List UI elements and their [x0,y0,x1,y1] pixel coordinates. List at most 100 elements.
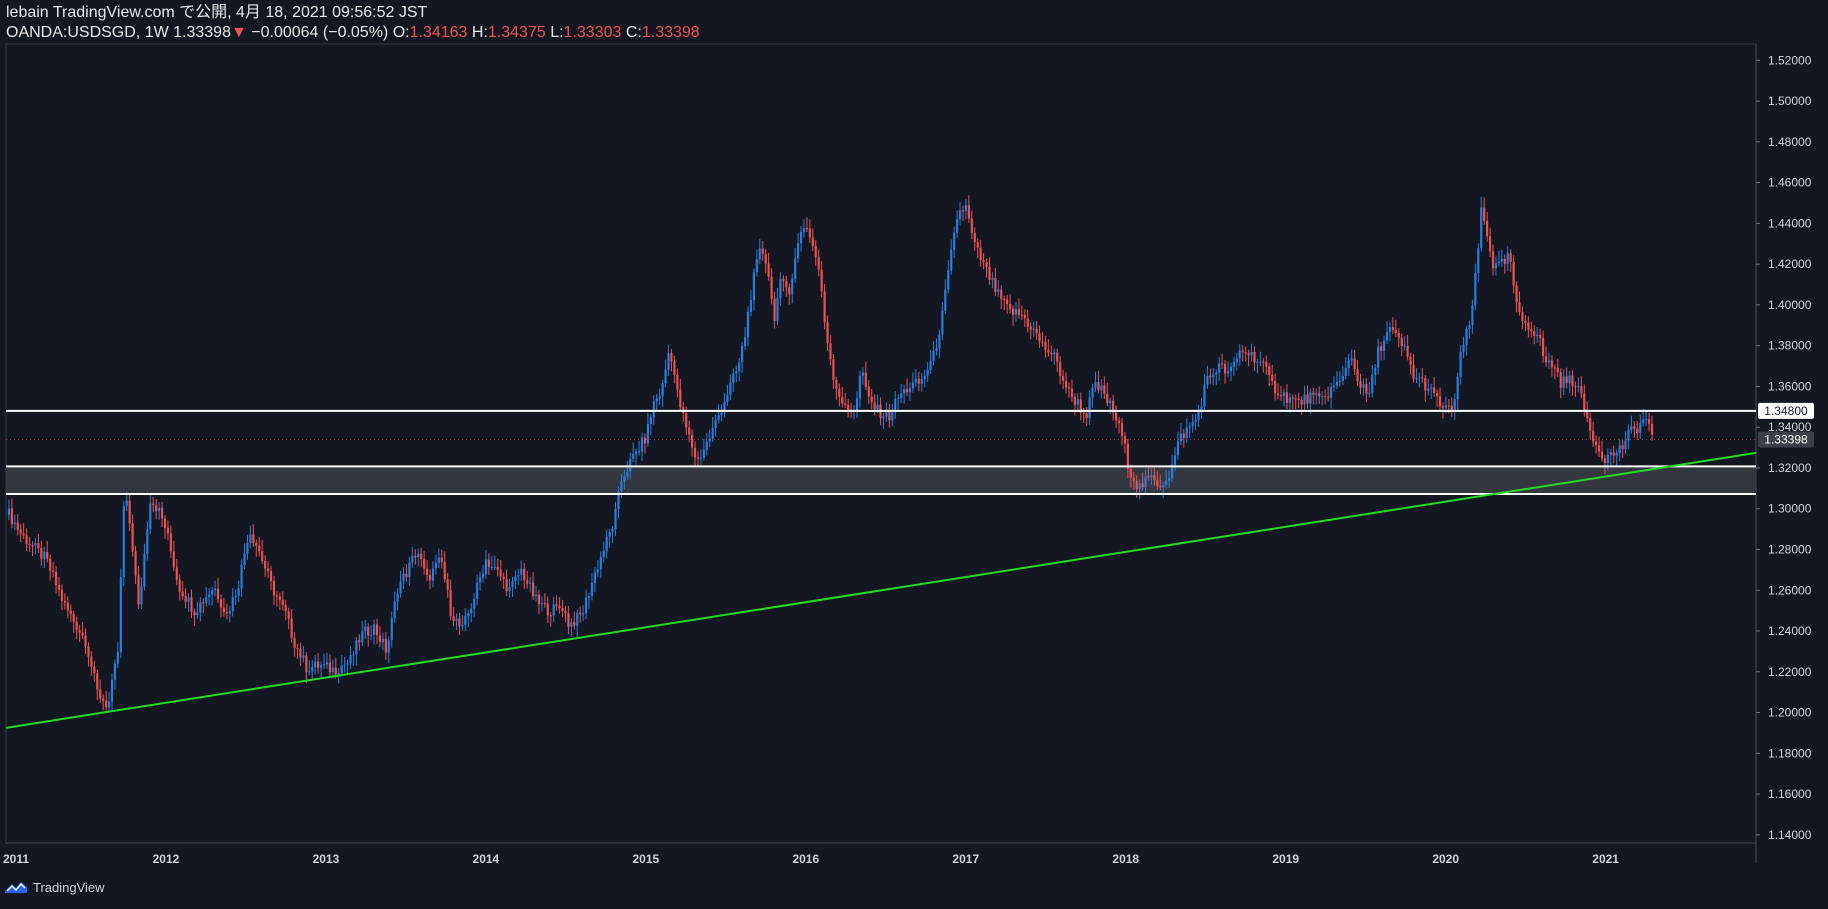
candle-body [935,348,938,351]
candle-body [1120,423,1124,437]
x-tick-label: 2018 [1112,852,1139,866]
candle-body [643,437,647,444]
candle-body [776,298,779,322]
candle-body [532,582,535,597]
tradingview-brand[interactable]: TradingView [33,880,105,895]
candle-body [1518,302,1521,313]
candle-body [1603,458,1606,463]
candle-body [1633,426,1636,429]
candle-body [461,624,464,627]
candle-body [328,662,331,673]
candle-body [832,359,835,380]
candle-body [1568,375,1571,384]
candle-body [1597,445,1601,452]
candle-body [202,602,205,604]
candle-body [1430,387,1433,389]
candle-body [1165,480,1168,485]
y-tick-label: 1.24000 [1768,624,1812,638]
x-tick-label: 2017 [952,852,979,866]
candle-body [1103,385,1106,394]
candle-body [941,310,944,335]
candle-body [343,664,346,666]
candle-body [664,369,667,384]
candle-body [1365,384,1368,394]
candle-body [1282,392,1286,397]
candle-body [961,210,965,212]
candle-body [1235,358,1238,362]
candle-body [994,278,997,292]
candle-body [1650,423,1654,435]
candle-body [137,575,140,605]
candle-body [755,259,758,273]
candle-body [508,587,511,592]
price-chart[interactable]: 1.14000 1.16000 1.18000 1.20000 1.22000 1.240… [0,0,1828,909]
candle-body [1232,361,1235,367]
candle-body [1191,422,1194,427]
candle-body [511,581,514,588]
candle-body [950,249,953,271]
candle-body [1541,337,1545,357]
candle-body [914,378,917,383]
candle-body [1559,372,1562,388]
candle-body [113,663,117,680]
candle-body [985,261,988,267]
candle-body [355,640,358,655]
candle-body [676,374,679,390]
candle-body [870,396,873,403]
candle-body [414,555,417,558]
candle-body [208,594,211,598]
candle-body [526,580,529,584]
candle-body [1577,386,1580,388]
y-tick-label: 1.44000 [1768,216,1812,230]
candle-body [1380,346,1383,351]
candle-body [620,481,623,492]
candle-body [1474,273,1477,306]
candle-body [205,597,208,603]
candle-body [593,572,596,583]
candle-body [891,412,894,421]
candle-body [119,576,122,653]
candle-body [1062,375,1065,381]
candle-body [964,205,968,212]
candle-body [1194,420,1197,423]
candle-body [476,582,479,600]
candle-body [1600,451,1604,459]
candle-body [1297,398,1300,401]
candle-body [1368,392,1371,394]
y-tick-label: 1.28000 [1768,542,1812,556]
candle-body [1291,397,1294,399]
candle-body [10,508,13,524]
candle-body [1444,405,1447,408]
candle-body [1312,392,1315,395]
y-tick-label: 1.30000 [1768,502,1812,516]
candle-body [46,551,49,559]
x-tick-label: 2020 [1432,852,1459,866]
candle-body [1356,369,1359,382]
candle-body [976,241,979,248]
candle-body [835,379,838,389]
candle-body [779,278,782,299]
candle-body [1642,419,1645,424]
candle-body [1544,356,1548,363]
candle-body [1335,381,1339,386]
candle-body [873,402,876,410]
candle-body [1156,480,1159,486]
candle-body [72,613,75,622]
candle-body [455,618,458,621]
candle-body [1388,327,1392,333]
candle-body [823,291,826,323]
candle-body [1117,420,1121,424]
candle-body [1138,483,1141,490]
candle-body [679,389,682,408]
candle-body [1362,384,1365,388]
candle-body [1223,364,1227,374]
candle-body [1350,358,1353,361]
candle-body [1162,484,1165,488]
candle-body [446,579,449,590]
candle-body [299,648,302,658]
candle-body [158,507,161,512]
candle-body [1085,413,1088,418]
candle-body [1645,419,1648,421]
candle-body [481,573,485,578]
candle-body [576,612,579,626]
